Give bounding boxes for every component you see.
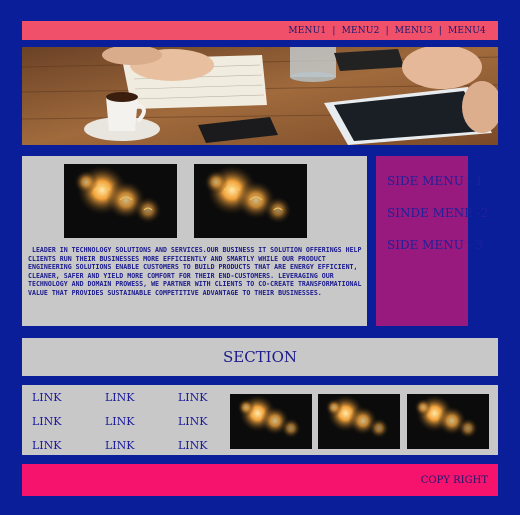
- link[interactable]: LINK: [32, 415, 62, 428]
- link[interactable]: LINK: [178, 415, 208, 428]
- link[interactable]: LINK: [178, 439, 208, 452]
- link[interactable]: LINK: [32, 439, 62, 452]
- links-panel: LINK LINK LINK LINK LINK LINK LINK LINK …: [22, 385, 498, 455]
- link[interactable]: LINK: [105, 391, 135, 404]
- light-bulb-photo: [230, 394, 312, 449]
- link[interactable]: LINK: [32, 391, 62, 404]
- nav-item-menu3[interactable]: MENU3: [389, 26, 439, 36]
- light-bulb-photo: [64, 164, 177, 238]
- link[interactable]: LINK: [178, 391, 208, 404]
- link[interactable]: LINK: [105, 439, 135, 452]
- light-bulb-photo: [407, 394, 489, 449]
- content-body-text: LEADER IN TECHNOLOGY SOLUTIONS AND SERVI…: [28, 246, 366, 297]
- light-bulb-photo: [194, 164, 307, 238]
- light-bulb-photo: [318, 394, 400, 449]
- side-menu-item-1[interactable]: SIDE MENU - 1: [387, 174, 483, 188]
- light-bulb-image: [194, 164, 307, 238]
- hero-image: [22, 47, 498, 145]
- footer-bar: COPY RIGHT: [22, 464, 498, 496]
- light-bulb-image: [64, 164, 177, 238]
- section-bar: SECTION: [22, 338, 498, 376]
- hero-workspace-photo: [22, 47, 498, 145]
- top-nav-bar: MENU1 | MENU2 | MENU3 | MENU4: [22, 21, 498, 40]
- nav-item-menu1[interactable]: MENU1: [282, 26, 332, 36]
- nav-item-menu4[interactable]: MENU4: [442, 26, 498, 36]
- nav-item-menu2[interactable]: MENU2: [336, 26, 386, 36]
- light-bulb-thumbnail: [230, 394, 312, 449]
- side-menu-item-2[interactable]: SINDE MENE -2: [387, 206, 488, 220]
- section-title: SECTION: [222, 348, 298, 366]
- light-bulb-thumbnail: [318, 394, 400, 449]
- side-menu: SIDE MENU - 1 SINDE MENE -2 SIDE MENU - …: [376, 156, 488, 326]
- footer-copyright: COPY RIGHT: [420, 474, 488, 486]
- content-panel: LEADER IN TECHNOLOGY SOLUTIONS AND SERVI…: [22, 156, 367, 326]
- side-menu-item-3[interactable]: SIDE MENU - 3: [387, 238, 483, 252]
- link[interactable]: LINK: [105, 415, 135, 428]
- light-bulb-thumbnail: [407, 394, 489, 449]
